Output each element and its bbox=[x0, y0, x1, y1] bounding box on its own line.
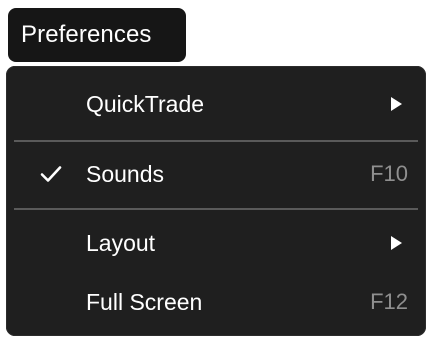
menu-item-full-screen[interactable]: Full Screen F12 bbox=[6, 274, 426, 330]
menu-item-label: Layout bbox=[86, 230, 156, 256]
check-icon bbox=[40, 166, 62, 182]
submenu-arrow-icon bbox=[391, 97, 402, 111]
menu-item-label: Full Screen bbox=[86, 289, 203, 315]
menu-item-label: QuickTrade bbox=[86, 91, 205, 117]
preferences-menu-title[interactable]: Preferences bbox=[8, 8, 186, 62]
menu-item-quicktrade[interactable]: QuickTrade bbox=[6, 76, 426, 132]
shortcut-label: F10 bbox=[370, 161, 408, 186]
menu-item-sounds[interactable]: Sounds F10 bbox=[6, 146, 426, 202]
submenu-arrow-icon bbox=[391, 236, 402, 250]
preferences-dropdown: QuickTrade Sounds F10 Layout Full Screen… bbox=[6, 66, 426, 336]
menu-divider bbox=[14, 140, 418, 142]
menu-divider bbox=[14, 208, 418, 210]
menu-item-layout[interactable]: Layout bbox=[6, 215, 426, 271]
menu-item-label: Sounds bbox=[86, 161, 165, 187]
shortcut-label: F12 bbox=[370, 289, 408, 314]
